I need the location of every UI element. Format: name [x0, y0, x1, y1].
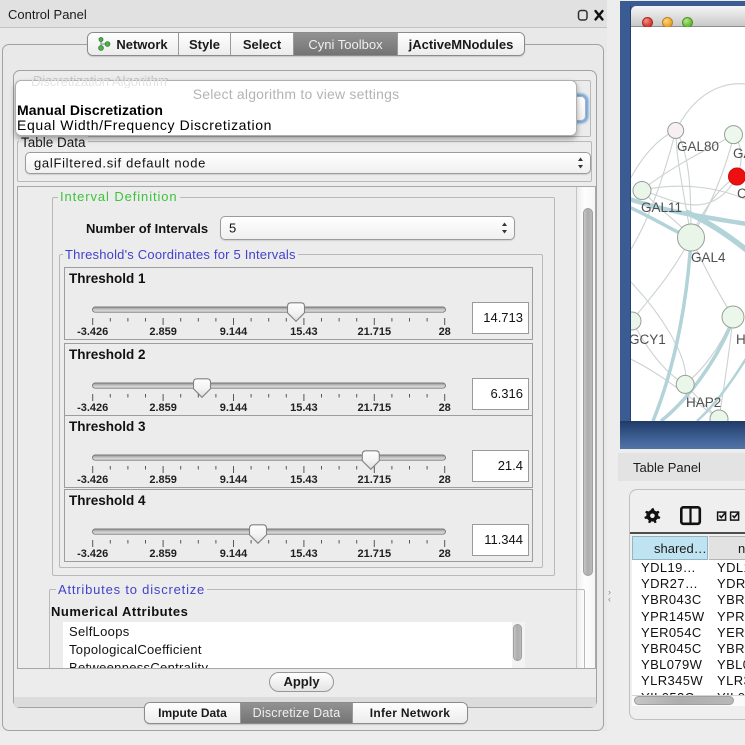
- svg-text:HAP2: HAP2: [686, 395, 721, 410]
- svg-text:-3.426: -3.426: [77, 548, 108, 560]
- svg-text:-3.426: -3.426: [77, 474, 108, 486]
- svg-text:2.859: 2.859: [149, 326, 177, 338]
- svg-text:2.859: 2.859: [149, 548, 177, 560]
- svg-text:C: C: [737, 186, 745, 201]
- svg-text:15.43: 15.43: [290, 548, 318, 560]
- svg-text:21.715: 21.715: [357, 402, 391, 414]
- svg-text:15.43: 15.43: [290, 326, 318, 338]
- svg-text:GAL11: GAL11: [641, 200, 682, 215]
- svg-text:H: H: [736, 332, 745, 347]
- svg-text:21.715: 21.715: [357, 474, 391, 486]
- svg-text:28: 28: [439, 402, 451, 414]
- svg-text:15.43: 15.43: [290, 402, 318, 414]
- svg-text:9.144: 9.144: [220, 548, 248, 560]
- svg-text:28: 28: [439, 548, 451, 560]
- svg-text:-3.426: -3.426: [77, 326, 108, 338]
- svg-text:15.43: 15.43: [290, 474, 318, 486]
- svg-text:GAL80: GAL80: [677, 139, 719, 154]
- svg-text:9.144: 9.144: [220, 402, 248, 414]
- svg-text:21.715: 21.715: [357, 548, 391, 560]
- svg-text:GCY1: GCY1: [631, 332, 666, 347]
- svg-text:21.715: 21.715: [357, 326, 391, 338]
- svg-text:GA: GA: [733, 146, 745, 161]
- svg-text:2.859: 2.859: [149, 474, 177, 486]
- svg-text:-3.426: -3.426: [77, 402, 108, 414]
- svg-text:9.144: 9.144: [220, 474, 248, 486]
- svg-text:9.144: 9.144: [220, 326, 248, 338]
- svg-text:28: 28: [439, 326, 451, 338]
- svg-text:2.859: 2.859: [149, 402, 177, 414]
- svg-text:GAL4: GAL4: [691, 250, 726, 265]
- svg-text:28: 28: [439, 474, 451, 486]
